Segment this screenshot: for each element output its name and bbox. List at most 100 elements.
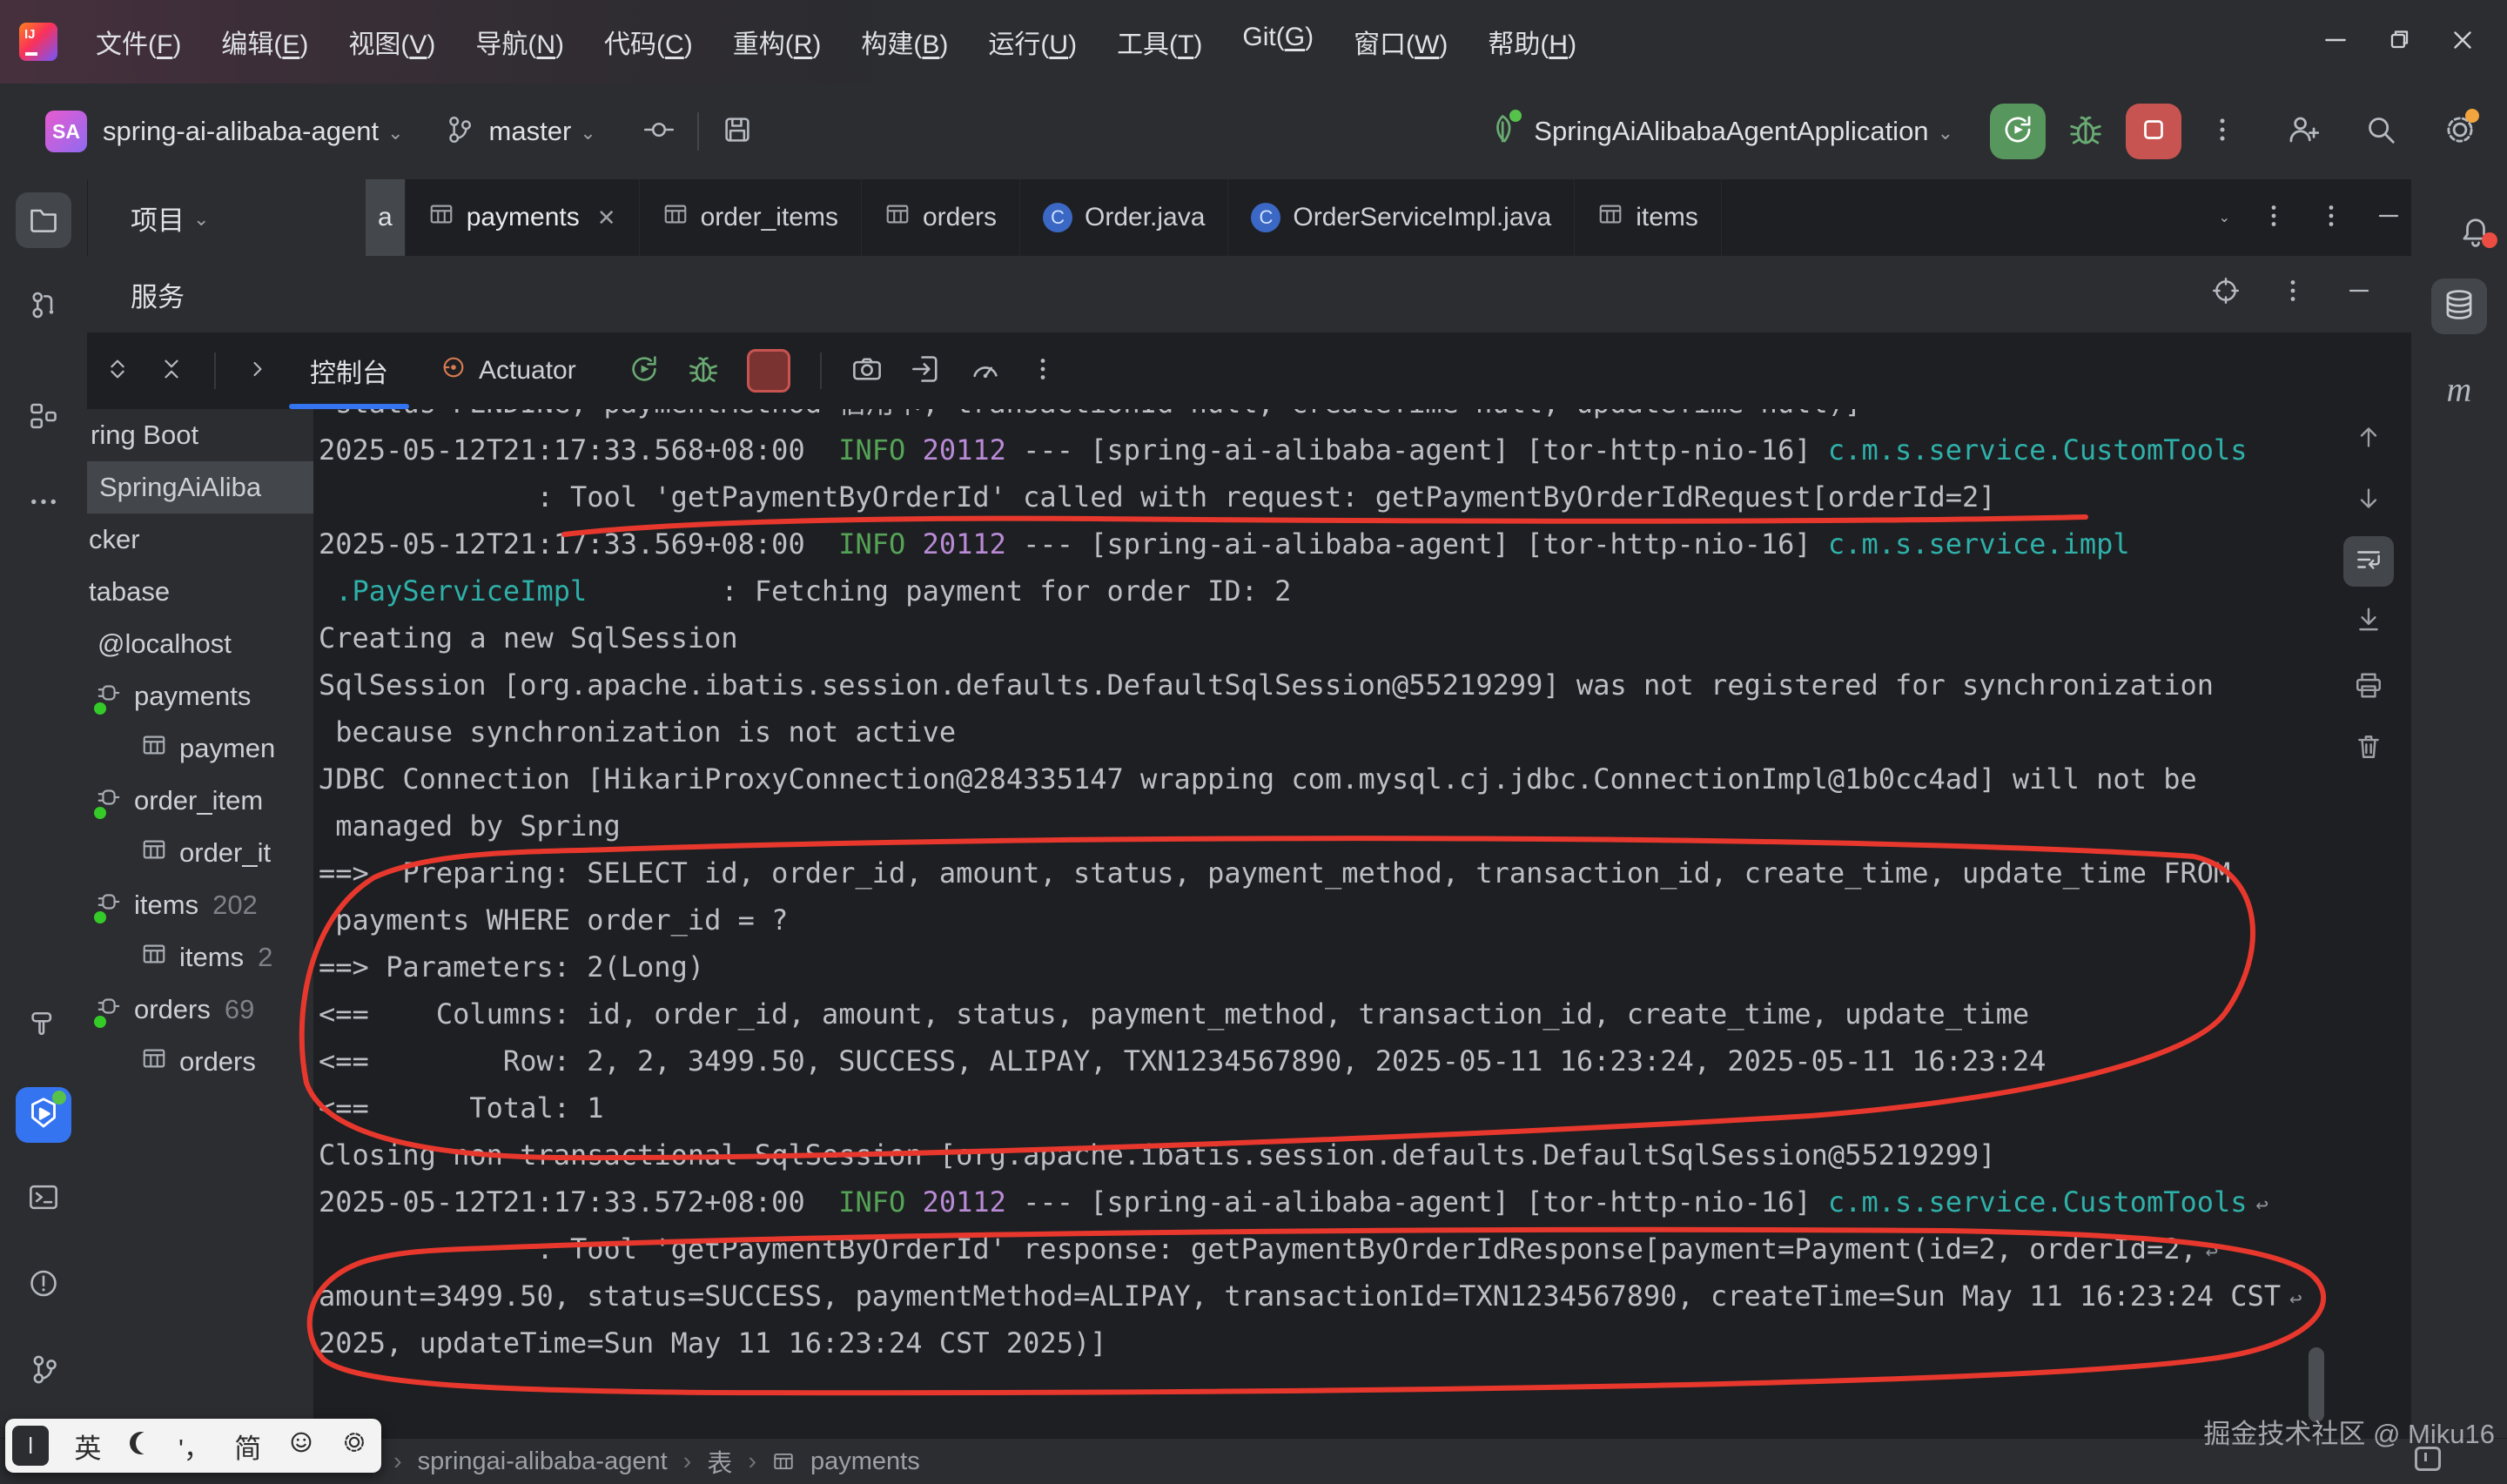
tree-item-SpringAiAliba[interactable]: SpringAiAliba xyxy=(87,461,313,514)
project-avatar[interactable]: SA xyxy=(45,111,87,152)
tab-options-icon[interactable] xyxy=(2260,202,2288,234)
tree-item-cker[interactable]: cker xyxy=(87,514,313,566)
settings-gear-icon[interactable] xyxy=(2443,108,2479,151)
breadcrumb-item[interactable]: payments xyxy=(810,1447,920,1476)
tree-item-items[interactable]: items 2 xyxy=(87,931,313,984)
restore-window-icon[interactable] xyxy=(2385,26,2413,58)
tree-item-@localhost[interactable]: @localhost xyxy=(87,618,313,670)
commit-icon[interactable] xyxy=(643,114,675,150)
build-tool-icon[interactable] xyxy=(28,1008,59,1044)
gauge-icon[interactable] xyxy=(970,353,1001,389)
branch-selector[interactable]: master xyxy=(489,116,572,147)
menu-item[interactable]: 文件(F) xyxy=(82,16,195,68)
code-with-me-icon[interactable] xyxy=(2286,113,2320,151)
menu-item[interactable]: Git(G) xyxy=(1228,16,1327,68)
services-tree: ring Boot SpringAiAliba cker tabase @localho… xyxy=(87,409,313,1438)
project-panel-header[interactable]: 项目 ⌄ xyxy=(87,179,366,256)
tab-actuator[interactable]: Actuator xyxy=(414,332,602,409)
menu-item[interactable]: 运行(U) xyxy=(974,16,1091,68)
panel-options-icon[interactable] xyxy=(2317,202,2345,234)
tab-payments[interactable]: payments ✕ xyxy=(406,179,640,256)
menu-item[interactable]: 编辑(E) xyxy=(207,16,322,68)
debug-button[interactable] xyxy=(2068,112,2103,151)
chevron-down-icon[interactable]: ⌄ xyxy=(2219,209,2230,226)
save-all-icon[interactable] xyxy=(722,114,753,150)
thread-dump-camera-icon[interactable] xyxy=(851,353,883,389)
project-tool-icon[interactable] xyxy=(16,192,71,248)
stop-button[interactable] xyxy=(2126,104,2181,159)
ime-emoji-icon[interactable] xyxy=(274,1429,327,1462)
menu-item[interactable]: 窗口(W) xyxy=(1340,16,1462,68)
tree-item-tabase[interactable]: tabase xyxy=(87,566,313,618)
restore-layout-icon[interactable] xyxy=(911,353,942,389)
breadcrumb-item[interactable]: springai-alibaba-agent xyxy=(418,1447,668,1476)
project-selector[interactable]: spring-ai-alibaba-agent xyxy=(103,116,379,147)
console-output[interactable]: status=PENDING, paymentMethod=信用卡, trans… xyxy=(313,409,2411,1438)
more-tools-icon[interactable] xyxy=(28,487,59,522)
soft-wrap-icon[interactable] xyxy=(2343,536,2394,587)
menu-item[interactable]: 工具(T) xyxy=(1103,16,1216,68)
rerun-debug-icon[interactable] xyxy=(688,353,719,389)
scroll-down-icon[interactable] xyxy=(2355,485,2383,517)
breadcrumb-item[interactable]: 表 xyxy=(707,1443,732,1480)
rerun-console-icon[interactable] xyxy=(628,353,660,389)
hide-panel-icon[interactable] xyxy=(2375,202,2403,234)
ime-settings-gear-icon[interactable] xyxy=(328,1429,381,1462)
tree-item-paymen[interactable]: paymen xyxy=(87,722,313,775)
search-everywhere-icon[interactable] xyxy=(2364,113,2397,151)
ime-moon-icon[interactable] xyxy=(114,1430,167,1461)
scroll-up-icon[interactable] xyxy=(2355,424,2383,456)
scroll-to-end-icon[interactable] xyxy=(2354,606,2383,640)
stop-console-icon[interactable] xyxy=(746,349,790,393)
ime-caret[interactable]: ǀ xyxy=(12,1426,50,1466)
maven-tool-icon[interactable]: m xyxy=(2447,369,2472,410)
minimize-window-icon[interactable] xyxy=(2321,25,2350,59)
close-tab-icon[interactable]: ✕ xyxy=(597,205,616,232)
tree-item-orders[interactable]: orders xyxy=(87,1036,313,1088)
ime-punctuation-toggle[interactable]: '， xyxy=(168,1427,221,1466)
commit-tool-icon[interactable] xyxy=(28,290,59,326)
chevron-right-icon[interactable] xyxy=(245,357,270,386)
collapse-all-icon[interactable] xyxy=(158,356,185,386)
terminal-tool-icon[interactable] xyxy=(28,1182,59,1218)
git-tool-icon[interactable] xyxy=(28,1354,59,1390)
options-icon[interactable] xyxy=(2279,277,2307,312)
problems-tool-icon[interactable] xyxy=(28,1268,59,1304)
tab-label: orders xyxy=(922,203,998,232)
tab-order_items[interactable]: order_items xyxy=(640,179,862,256)
menu-item[interactable]: 重构(R) xyxy=(719,16,836,68)
menu-item[interactable]: 构建(B) xyxy=(847,16,962,68)
expand-all-icon[interactable] xyxy=(104,356,131,386)
ime-language-toggle[interactable]: 英 xyxy=(61,1427,114,1466)
menu-item[interactable]: 帮助(H) xyxy=(1474,16,1590,68)
tree-item-ringBoot[interactable]: ring Boot xyxy=(87,409,313,461)
tab-orders[interactable]: orders xyxy=(862,179,1021,256)
run-configuration-selector[interactable]: SpringAiAlibabaAgentApplication xyxy=(1534,116,1928,147)
rerun-button[interactable] xyxy=(1990,104,2046,159)
database-tool-icon[interactable] xyxy=(2431,279,2487,334)
tab-Order.java[interactable]: C Order.java xyxy=(1020,179,1229,256)
notifications-bell-icon[interactable] xyxy=(2459,218,2497,252)
tree-item-order_it[interactable]: order_it xyxy=(87,827,313,879)
menu-item[interactable]: 导航(N) xyxy=(461,16,578,68)
tab-console[interactable]: 控制台 xyxy=(284,332,414,409)
tree-item-orders[interactable]: orders 69 xyxy=(87,984,313,1036)
tab-items[interactable]: items xyxy=(1575,179,1722,256)
ime-simplified-toggle[interactable]: 简 xyxy=(221,1427,274,1466)
hide-icon[interactable] xyxy=(2345,277,2373,312)
menu-item[interactable]: 视图(V) xyxy=(334,16,449,68)
tree-item-payments[interactable]: payments xyxy=(87,670,313,722)
menu-item[interactable]: 代码(C) xyxy=(590,16,707,68)
console-more-icon[interactable] xyxy=(1029,355,1057,387)
print-icon[interactable] xyxy=(2354,671,2383,705)
tab-OrderServiceImpl.java[interactable]: C OrderServiceImpl.java xyxy=(1228,179,1576,256)
services-tool-icon[interactable] xyxy=(16,1087,71,1143)
close-window-icon[interactable] xyxy=(2448,25,2477,59)
tab-partial[interactable]: a xyxy=(366,179,406,256)
more-actions-icon[interactable] xyxy=(2208,115,2237,149)
clear-console-trash-icon[interactable] xyxy=(2354,732,2383,766)
tree-item-items[interactable]: items 202 xyxy=(87,879,313,931)
structure-tool-icon[interactable] xyxy=(28,401,59,437)
tree-item-order_item[interactable]: order_item xyxy=(87,775,313,827)
locate-icon[interactable] xyxy=(2211,276,2241,312)
